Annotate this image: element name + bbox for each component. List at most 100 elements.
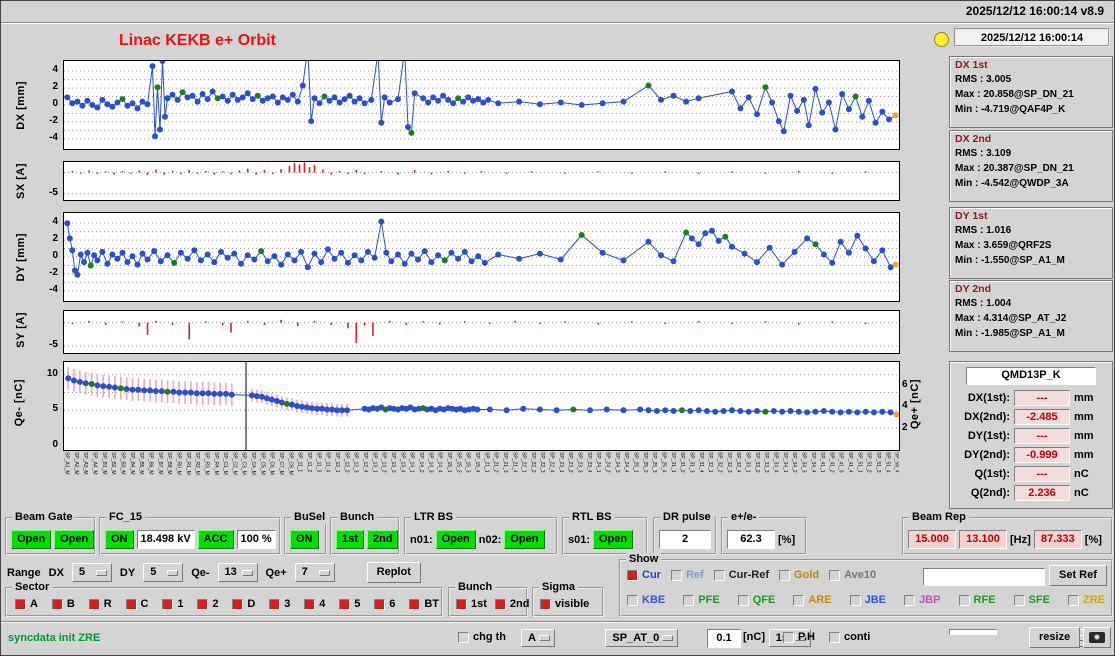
dx-ytick: -4 (49, 131, 58, 143)
checkbox-indicator (540, 598, 551, 610)
checkbox-indicator (1013, 594, 1025, 606)
beam-rep-frame-label: Beam Rep (909, 511, 969, 524)
dx1-max: Max : 20.858@SP_DN_21 (955, 89, 1074, 100)
bpm-label: SP_24_4 (623, 452, 630, 473)
qmd-row-label: DY(2nd): (964, 448, 1010, 461)
show-sfe-checkbox[interactable]: SFE (1013, 594, 1050, 606)
sy-ytick: -5 (49, 339, 58, 350)
checkbox-label: Ave10 (844, 569, 877, 581)
chg-th-checkbox[interactable]: chg th (458, 631, 506, 643)
sigma-visible-checkbox[interactable]: visible (540, 598, 589, 610)
checkbox-label: QFE (752, 594, 776, 606)
checkbox-indicator (197, 598, 209, 610)
sector-d-checkbox[interactable]: D (232, 598, 255, 610)
ref-name-input[interactable] (923, 568, 1045, 586)
bpm-label: SP_51_1 (856, 452, 863, 473)
show-jbe-checkbox[interactable]: JBE (849, 594, 886, 606)
checkbox-label: ARE (808, 594, 832, 606)
sector-3-checkbox[interactable]: 3 (269, 598, 290, 610)
sector-r-checkbox[interactable]: R (88, 598, 112, 610)
bunch-1st-checkbox[interactable]: 1st (456, 598, 487, 610)
beam-rep-percent-unit: [%] (1084, 533, 1102, 546)
bpm-label: SP_11_4 (324, 452, 331, 473)
rtl-s01-open-button[interactable]: Open (593, 530, 634, 549)
bpm-label: SP_24_1 (595, 452, 602, 473)
sector-2-checkbox[interactable]: 2 (197, 598, 219, 610)
bpm-label: SP_51_3 (875, 452, 882, 473)
busel-frame-label: BuSel (291, 511, 329, 524)
sector-bt-checkbox[interactable]: BT (409, 598, 439, 610)
bpm-label: SP_C5_M (259, 452, 266, 475)
threshold-input[interactable]: 0.1 (707, 629, 741, 648)
sector-b-checkbox[interactable]: B (51, 598, 75, 610)
bpm-label: SP_34_3 (800, 452, 807, 473)
sector-5-checkbox[interactable]: 5 (339, 598, 360, 610)
qmd-row-value: --- (1014, 465, 1070, 482)
sector-1-checkbox[interactable]: 1 (162, 598, 184, 610)
ltr-n02-open-button[interactable]: Open (504, 530, 545, 549)
dx-ytick: -2 (49, 114, 58, 126)
busel-on-button[interactable]: ON (290, 530, 319, 549)
show-are-checkbox[interactable]: ARE (793, 594, 832, 606)
show-zre-checkbox[interactable]: ZRE (1067, 594, 1105, 606)
fc15-percent-value: 100 % (236, 530, 276, 549)
show-ave10-checkbox[interactable]: Ave10 (829, 569, 876, 581)
show-ref-checkbox[interactable]: Ref (670, 569, 704, 581)
dr-pulse-value[interactable]: 2 (659, 530, 711, 549)
bunch-2nd-checkbox[interactable]: 2nd (494, 598, 529, 610)
fc15-on-button[interactable]: ON (105, 530, 134, 549)
range-dy-dropdown[interactable]: 5 (143, 563, 184, 582)
show-gold-checkbox[interactable]: Gold (779, 569, 819, 581)
beam-gate-open-1-button[interactable]: Open (11, 530, 52, 549)
show-cur-checkbox[interactable]: Cur (627, 569, 661, 581)
set-ref-button[interactable]: Set Ref (1049, 565, 1107, 586)
bpm-label: SP_23_4 (585, 452, 592, 473)
channel-a-dropdown[interactable]: A (521, 629, 555, 647)
dy1-rms: RMS : 1.016 (955, 225, 1012, 236)
dy-ytick: 4 (52, 216, 58, 228)
bunch-frame: Bunch 1st 2nd (330, 511, 400, 555)
ph-checkbox[interactable]: P.H (783, 631, 815, 643)
replot-button[interactable]: Replot (366, 562, 421, 583)
sector-c-checkbox[interactable]: C (125, 598, 148, 610)
range-qeplus-dropdown[interactable]: 7 (294, 563, 335, 582)
sp-at-0-dropdown[interactable]: SP_AT_0 (605, 629, 679, 647)
show-qfe-checkbox[interactable]: QFE (737, 594, 776, 606)
rtl-bs-frame-label: RTL BS (569, 511, 615, 524)
chg-th-label: chg th (473, 631, 506, 643)
dx-ytick: 4 (52, 64, 58, 76)
range-dx-dropdown[interactable]: 5 (71, 563, 112, 582)
beam-gate-open-2-button[interactable]: Open (54, 530, 95, 549)
checkbox-label: BT (424, 598, 439, 610)
dy-ytick: 2 (52, 233, 58, 245)
bottom-separator (1, 621, 1114, 623)
busel-frame: BuSel ON (284, 511, 329, 555)
bpm-label: SP_23_2 (567, 452, 574, 473)
bunch-2nd-button[interactable]: 2nd (366, 530, 399, 549)
eplus-eminus-frame-label: e+/e- (728, 511, 760, 524)
checkbox-indicator (304, 598, 316, 610)
screenshot-button[interactable] (1083, 627, 1111, 648)
conti-checkbox[interactable]: conti (829, 631, 870, 643)
sector-4-checkbox[interactable]: 4 (304, 598, 325, 610)
aux-input[interactable] (949, 629, 997, 635)
range-qeminus-dropdown[interactable]: 13 (217, 563, 258, 582)
dx-plot (63, 60, 900, 150)
fc15-acc-button[interactable]: ACC (197, 530, 234, 549)
show-kbe-checkbox[interactable]: KBE (627, 594, 665, 606)
bunch-1st-button[interactable]: 1st (336, 530, 364, 549)
sector-frame-label: Sector (12, 581, 53, 594)
show-rfe-checkbox[interactable]: RFE (958, 594, 996, 606)
resize-button[interactable]: resize (1029, 627, 1081, 648)
checkbox-label: Cur-Ref (728, 569, 770, 581)
show-jbp-checkbox[interactable]: JBP (904, 594, 940, 606)
bunch-frame-label: Bunch (337, 511, 378, 524)
bpm-label: SP_25_1 (632, 452, 639, 473)
sector-a-checkbox[interactable]: A (15, 598, 38, 610)
show-cur-ref-checkbox[interactable]: Cur-Ref (713, 569, 770, 581)
show-pfe-checkbox[interactable]: PFE (683, 594, 720, 606)
dx2-rms: RMS : 3.109 (955, 148, 1012, 159)
ltr-n01-open-button[interactable]: Open (435, 530, 476, 549)
qmd-device-name[interactable]: QMD13P_K (966, 367, 1096, 385)
sector-6-checkbox[interactable]: 6 (374, 598, 395, 610)
